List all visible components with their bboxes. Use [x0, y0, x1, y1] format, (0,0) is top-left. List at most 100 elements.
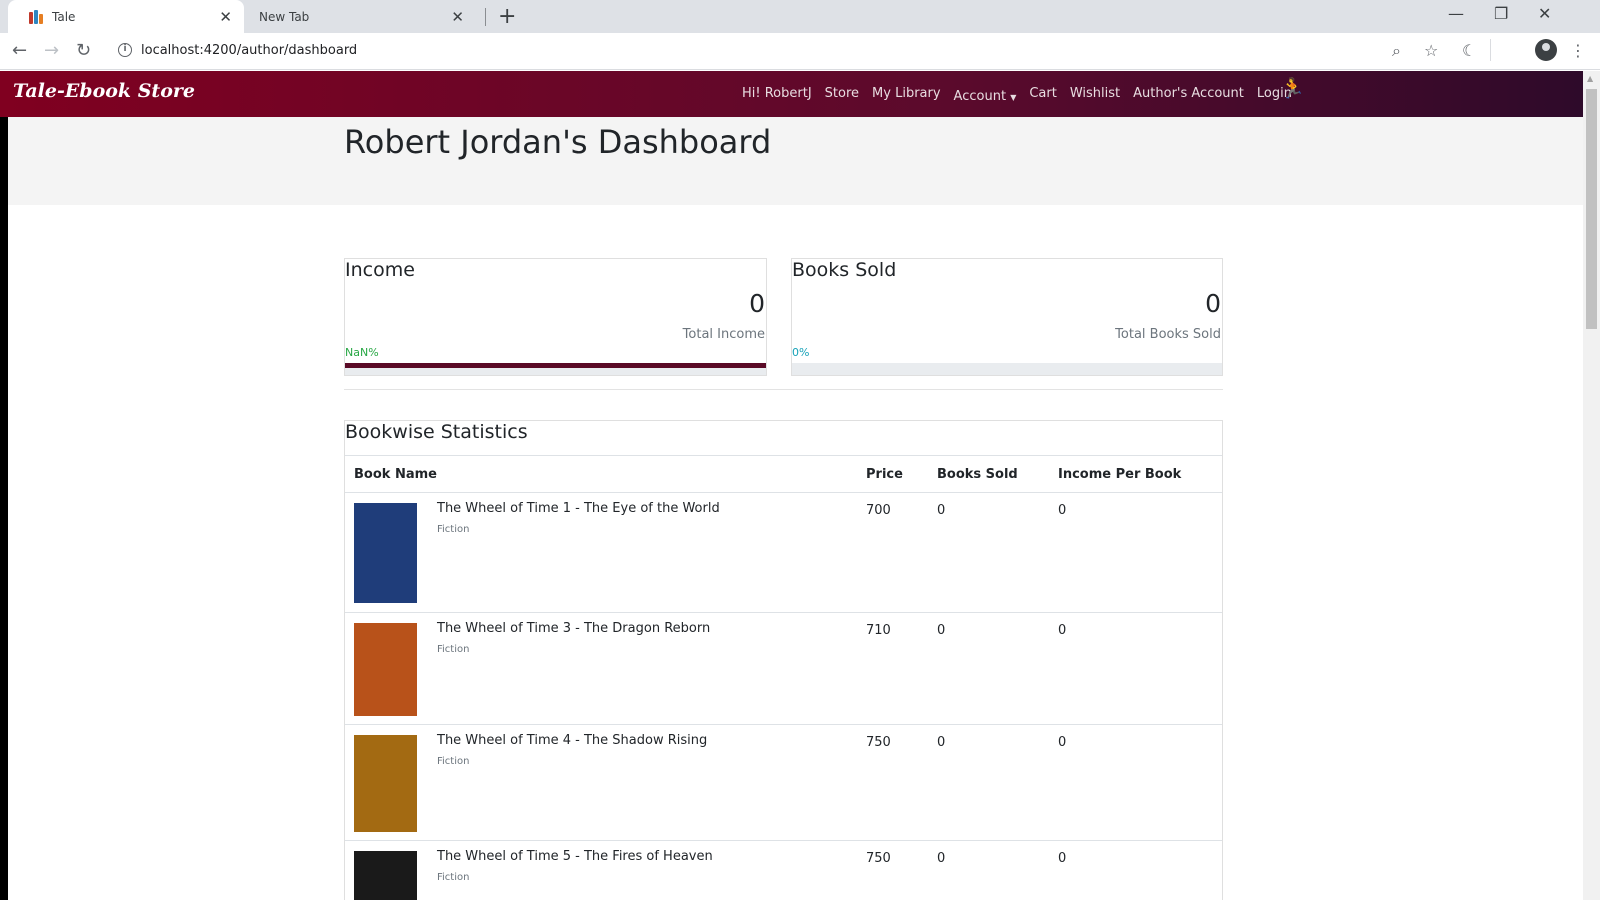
nav-link-wishlist[interactable]: Wishlist [1070, 83, 1120, 104]
tab-divider [485, 8, 486, 26]
income-cell: 0 [1049, 492, 1222, 613]
brand-logo[interactable]: Tale-Ebook Store [13, 80, 195, 102]
nav-link-cart[interactable]: Cart [1029, 83, 1057, 104]
book-genre: Fiction [437, 756, 470, 767]
page-title: Robert Jordan's Dashboard [344, 123, 772, 161]
left-edge-bar [0, 117, 8, 900]
book-cover-image[interactable] [354, 735, 417, 832]
browser-toolbar: ← → ↻ i localhost:4200/author/dashboard … [0, 33, 1600, 70]
book-title[interactable]: The Wheel of Time 1 - The Eye of the Wor… [437, 501, 720, 516]
books-sold-cell: 0 [928, 724, 1049, 841]
book-cover-image[interactable] [354, 623, 417, 716]
book-genre: Fiction [437, 524, 470, 535]
book-genre: Fiction [437, 644, 470, 655]
address-bar[interactable]: i localhost:4200/author/dashboard [108, 37, 1458, 66]
site-info-icon[interactable]: i [118, 43, 132, 57]
nav-link-store[interactable]: Store [825, 83, 859, 104]
income-cell: 0 [1049, 840, 1222, 900]
zoom-icon[interactable]: ⌕ [1392, 41, 1401, 61]
nav-link-account-label: Account [953, 89, 1007, 104]
dashboard-header: Robert Jordan's Dashboard [8, 117, 1583, 205]
restore-icon[interactable]: ❐ [1494, 4, 1508, 23]
login-runner-icon[interactable]: 🏃 [1280, 76, 1305, 100]
col-books-sold: Books Sold [928, 455, 1049, 493]
menu-kebab-icon[interactable]: ⋮ [1570, 41, 1586, 60]
book-name-cell: The Wheel of Time 4 - The Shadow Rising … [345, 724, 857, 841]
income-card: Income 0 Total Income NaN% [344, 258, 767, 376]
tab-label: New Tab [259, 9, 310, 24]
price-cell: 710 [857, 612, 928, 725]
income-label: Total Income [682, 327, 765, 342]
table-row[interactable]: The Wheel of Time 4 - The Shadow Rising … [345, 724, 1222, 841]
tab-label: Tale [52, 9, 76, 24]
table-row[interactable]: The Wheel of Time 1 - The Eye of the Wor… [345, 492, 1222, 613]
book-title[interactable]: The Wheel of Time 4 - The Shadow Rising [437, 733, 707, 748]
url-text: localhost:4200/author/dashboard [141, 43, 358, 58]
income-progress-bar [345, 363, 766, 375]
new-tab-plus-icon[interactable]: + [498, 4, 516, 29]
tale-favicon-icon [28, 9, 44, 25]
window-close-icon[interactable]: ✕ [1538, 4, 1551, 23]
col-income-per-book: Income Per Book [1049, 455, 1222, 493]
book-genre: Fiction [437, 872, 470, 883]
col-book-name: Book Name [345, 455, 857, 493]
scrollbar-thumb[interactable] [1586, 89, 1597, 329]
nav-greeting: Hi! RobertJ [742, 86, 812, 101]
books-sold-percent: 0% [792, 346, 810, 359]
scroll-up-icon[interactable]: ▲ [1587, 74, 1593, 83]
tab-new-tab[interactable]: New Tab ✕ [244, 0, 476, 33]
books-sold-label: Total Books Sold [1115, 327, 1221, 342]
nav-link-my-library[interactable]: My Library [872, 83, 941, 104]
books-sold-value: 0 [1205, 289, 1221, 318]
income-value: 0 [749, 289, 765, 318]
book-cover-image[interactable] [354, 503, 417, 603]
bookmark-star-icon[interactable]: ☆ [1424, 41, 1438, 60]
income-cell: 0 [1049, 724, 1222, 841]
page-scrollbar[interactable]: ▲ [1583, 71, 1600, 900]
income-progress-fill [345, 363, 766, 368]
book-name-cell: The Wheel of Time 1 - The Eye of the Wor… [345, 492, 857, 613]
income-cell: 0 [1049, 612, 1222, 725]
tab-tale[interactable]: Tale ✕ [8, 0, 244, 33]
toolbar-divider [1490, 39, 1491, 61]
books-sold-progress-bar [792, 363, 1222, 375]
table-row[interactable]: The Wheel of Time 3 - The Dragon Reborn … [345, 612, 1222, 725]
books-sold-cell: 0 [928, 492, 1049, 613]
forward-arrow-icon[interactable]: → [44, 40, 59, 61]
books-sold-cell: 0 [928, 840, 1049, 900]
browser-tab-strip: Tale ✕ New Tab ✕ + — ❐ ✕ [0, 0, 1600, 33]
table-row[interactable]: The Wheel of Time 5 - The Fires of Heave… [345, 840, 1222, 900]
col-price: Price [857, 455, 928, 493]
books-sold-card: Books Sold 0 Total Books Sold 0% [791, 258, 1223, 376]
income-percent: NaN% [345, 346, 379, 359]
reload-icon[interactable]: ↻ [76, 40, 91, 61]
book-cover-image[interactable] [354, 851, 417, 900]
caret-down-icon: ▼ [1010, 93, 1017, 102]
site-navbar: Tale-Ebook Store Hi! RobertJ Store My Li… [0, 71, 1583, 117]
book-name-cell: The Wheel of Time 5 - The Fires of Heave… [345, 840, 857, 900]
nav-link-authors-account[interactable]: Author's Account [1133, 83, 1244, 104]
page-viewport: Tale-Ebook Store Hi! RobertJ Store My Li… [0, 71, 1583, 900]
minimize-icon[interactable]: — [1448, 4, 1464, 23]
income-title: Income [345, 259, 415, 281]
bookwise-title: Bookwise Statistics [345, 421, 528, 443]
price-cell: 700 [857, 492, 928, 613]
bookwise-table: Book Name Price Books Sold Income Per Bo… [345, 455, 1222, 900]
books-sold-title: Books Sold [792, 259, 897, 281]
book-name-cell: The Wheel of Time 3 - The Dragon Reborn … [345, 612, 857, 725]
book-title[interactable]: The Wheel of Time 3 - The Dragon Reborn [437, 621, 710, 636]
close-tab-icon[interactable]: ✕ [219, 8, 232, 26]
section-divider [344, 389, 1223, 390]
books-sold-cell: 0 [928, 612, 1049, 725]
table-header-row: Book Name Price Books Sold Income Per Bo… [345, 455, 1222, 493]
extension-icon[interactable]: ☾ [1462, 41, 1476, 60]
book-title[interactable]: The Wheel of Time 5 - The Fires of Heave… [437, 849, 713, 864]
close-tab-icon[interactable]: ✕ [451, 8, 464, 26]
bookwise-statistics-card: Bookwise Statistics Book Name Price Book… [344, 420, 1223, 900]
profile-avatar[interactable] [1535, 39, 1557, 61]
nav-link-account[interactable]: Account ▼ [954, 83, 1017, 104]
price-cell: 750 [857, 840, 928, 900]
nav-links: Hi! RobertJ Store My Library Account ▼ C… [742, 83, 1292, 104]
back-arrow-icon[interactable]: ← [12, 40, 27, 61]
price-cell: 750 [857, 724, 928, 841]
